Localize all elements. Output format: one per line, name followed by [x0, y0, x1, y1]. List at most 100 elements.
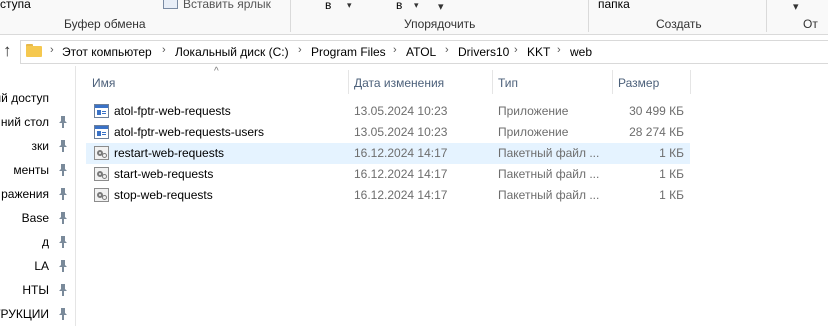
sort-ascending-icon: ^ [214, 66, 219, 77]
file-list: ^ Имя Дата изменения Тип Размер atol-fpt… [76, 66, 828, 326]
file-date: 13.05.2024 10:23 [354, 104, 448, 118]
column-resize-handle[interactable] [348, 70, 349, 94]
breadcrumb-this-pc[interactable]: Этот компьютер [62, 45, 152, 59]
organize-group-label: Упорядочить [404, 17, 476, 31]
column-header-date[interactable]: Дата изменения [354, 76, 444, 90]
breadcrumb-drivers10[interactable]: Drivers10 [458, 45, 509, 59]
chevron-right-icon[interactable]: › [162, 44, 166, 56]
pin-icon [59, 164, 67, 176]
column-resize-handle[interactable] [612, 70, 613, 94]
chevron-right-icon[interactable]: › [393, 44, 397, 56]
file-type: Приложение [498, 104, 569, 118]
create-group-label: Создать [656, 17, 702, 31]
nav-item-label: ТРУКЦИИ [0, 307, 49, 321]
paste-shortcut-button[interactable]: Вставить ярлык [183, 0, 271, 11]
file-type: Пакетный файл ... [498, 167, 600, 181]
address-bar[interactable]: › Этот компьютер › Локальный диск (C:) ›… [20, 40, 828, 64]
file-name: atol-fptr-web-requests [114, 104, 231, 118]
nav-item-label: LA [34, 259, 49, 273]
column-header-size[interactable]: Размер [618, 76, 659, 90]
chevron-right-icon[interactable]: › [445, 44, 449, 56]
application-icon [94, 104, 109, 118]
chevron-right-icon[interactable]: › [557, 44, 561, 56]
file-row[interactable]: restart-web-requests 16.12.2024 14:17 Па… [86, 143, 690, 164]
file-type: Пакетный файл ... [498, 146, 600, 160]
breadcrumb-local-disk[interactable]: Локальный диск (C:) [175, 45, 289, 59]
column-header-type[interactable]: Тип [498, 76, 518, 90]
paste-shortcut-icon [163, 0, 178, 9]
column-resize-handle[interactable] [690, 70, 691, 94]
file-row[interactable]: start-web-requests 16.12.2024 14:17 Паке… [86, 164, 690, 185]
pin-icon [59, 116, 67, 128]
new-folder-button[interactable]: папка [598, 0, 630, 11]
navigation-pane: ый доступ ний стол зки менты ражения Bas… [0, 66, 78, 326]
nav-item-label: д [41, 235, 49, 249]
file-date: 16.12.2024 14:17 [354, 167, 448, 181]
delete-dropdown-icon[interactable]: ▾ [438, 0, 444, 13]
file-size: 1 КБ [659, 167, 684, 181]
nav-item-base[interactable]: Base [0, 208, 78, 230]
chevron-down-icon[interactable]: ▾ [347, 0, 352, 11]
nav-item-label: НТЫ [22, 283, 49, 297]
file-name: start-web-requests [114, 167, 214, 181]
file-row[interactable]: atol-fptr-web-requests 13.05.2024 10:23 … [86, 101, 690, 122]
pin-icon [59, 236, 67, 248]
pin-icon [59, 284, 67, 296]
nav-item-pictures[interactable]: ражения [0, 184, 78, 206]
breadcrumb-web[interactable]: web [570, 45, 592, 59]
breadcrumb-kkt[interactable]: KKT [527, 45, 550, 59]
nav-item-label: ражения [1, 187, 49, 201]
nav-item-nty[interactable]: НТЫ [0, 280, 78, 302]
file-date: 16.12.2024 14:17 [354, 146, 448, 160]
column-header-name[interactable]: Имя [92, 76, 115, 90]
nav-item-d[interactable]: д [0, 232, 78, 254]
chevron-right-icon[interactable]: › [50, 44, 54, 56]
pin-icon [59, 188, 67, 200]
column-resize-handle[interactable] [492, 70, 493, 94]
file-name: restart-web-requests [114, 146, 225, 160]
file-date: 13.05.2024 10:23 [354, 125, 448, 139]
file-size: 1 КБ [659, 146, 684, 160]
breadcrumb-atol[interactable]: ATOL [406, 45, 436, 59]
access-button-label[interactable]: ступа [0, 0, 31, 11]
nav-item-label: ый доступ [0, 91, 49, 105]
chevron-right-icon[interactable]: › [514, 44, 518, 56]
nav-item-label: менты [13, 163, 49, 177]
file-type: Пакетный файл ... [498, 188, 600, 202]
batch-file-icon [94, 167, 109, 181]
pin-icon [59, 212, 67, 224]
open-group-label: От [803, 17, 818, 31]
file-size: 1 КБ [659, 188, 684, 202]
ribbon-divider [290, 0, 291, 32]
nav-item-documents[interactable]: менты [0, 160, 78, 182]
file-row[interactable]: stop-web-requests 16.12.2024 14:17 Пакет… [86, 185, 690, 206]
breadcrumb-program-files[interactable]: Program Files [311, 45, 386, 59]
copy-to-button[interactable]: в [396, 0, 402, 12]
nav-item-instructions[interactable]: ТРУКЦИИ [0, 304, 78, 326]
nav-item-label: ний стол [0, 115, 49, 129]
nav-item-downloads[interactable]: зки [0, 136, 78, 158]
file-name: stop-web-requests [114, 188, 213, 202]
application-icon [94, 125, 109, 139]
properties-dropdown-icon[interactable]: ▾ [793, 0, 799, 13]
file-date: 16.12.2024 14:17 [354, 188, 448, 202]
file-type: Приложение [498, 125, 569, 139]
folder-icon [26, 44, 42, 57]
pin-icon [59, 308, 67, 320]
pin-icon [59, 140, 67, 152]
nav-item-la[interactable]: LA [0, 256, 78, 278]
chevron-right-icon[interactable]: › [298, 44, 302, 56]
chevron-down-icon[interactable]: ▾ [414, 0, 419, 11]
nav-item-desktop[interactable]: ний стол [0, 112, 78, 134]
file-size: 28 274 КБ [629, 125, 684, 139]
ribbon-divider [766, 0, 767, 32]
file-row[interactable]: atol-fptr-web-requests-users 13.05.2024 … [86, 122, 690, 143]
file-name: atol-fptr-web-requests-users [114, 125, 265, 139]
nav-item-label: Base [21, 211, 49, 225]
move-to-button[interactable]: в [325, 0, 331, 12]
arrow-up-icon[interactable]: ↑ [3, 41, 12, 61]
batch-file-icon [94, 146, 109, 160]
nav-item-label: зки [31, 139, 49, 153]
address-row: ↑ › Этот компьютер › Локальный диск (C:)… [0, 38, 828, 66]
nav-item-quick-access[interactable]: ый доступ [0, 88, 78, 110]
